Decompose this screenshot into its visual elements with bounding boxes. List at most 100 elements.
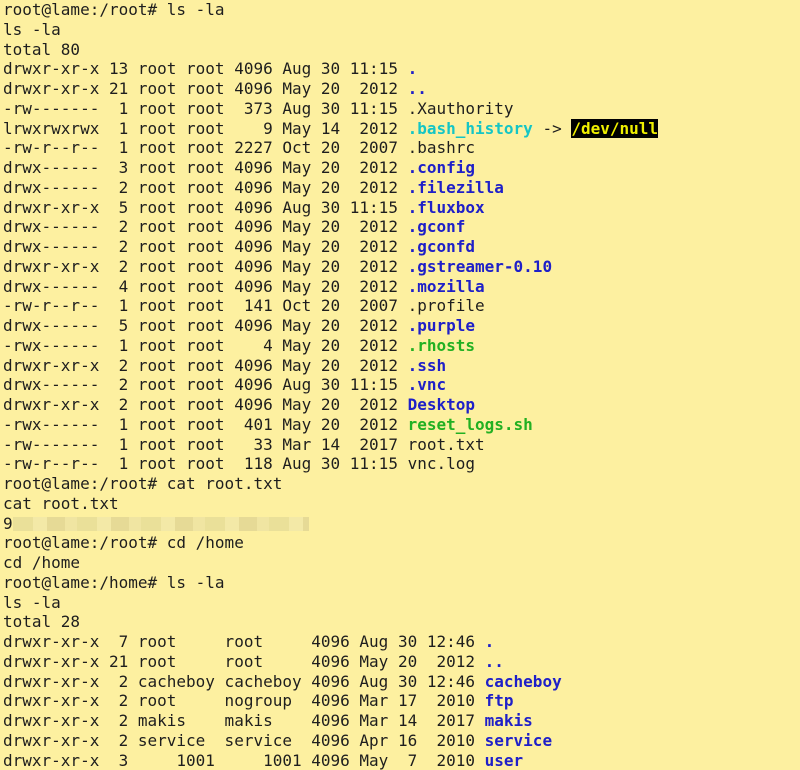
file-metadata: drwxr-xr-x 21 root root 4096 May 20 2012 [3, 79, 408, 98]
command-text: root@lame:/root# cd /home [3, 533, 244, 552]
output-text: total 80 [3, 40, 80, 59]
directory-name: . [485, 632, 495, 651]
file-metadata: drwxr-xr-x 2 root root 4096 May 20 2012 [3, 395, 408, 414]
terminal-output-line: ls -la [3, 20, 800, 40]
listing-row: drwx------ 5 root root 4096 May 20 2012 … [3, 316, 800, 336]
directory-name: .mozilla [408, 277, 485, 296]
directory-name: ftp [485, 691, 514, 710]
shell-prompt-line: root@lame:/root# cd /home [3, 533, 800, 553]
directory-name: .gstreamer-0.10 [408, 257, 553, 276]
directory-name: .gconf [408, 217, 466, 236]
file-metadata: -rw-r--r-- 1 root root 118 Aug 30 11:15 [3, 454, 408, 473]
terminal-output-line: total 28 [3, 612, 800, 632]
file-metadata: -rwx------ 1 root root 4 May 20 2012 [3, 336, 408, 355]
directory-name: .. [408, 79, 427, 98]
listing-row: drwx------ 2 root root 4096 May 20 2012 … [3, 237, 800, 257]
listing-row: drwxr-xr-x 2 root root 4096 May 20 2012 … [3, 356, 800, 376]
directory-name: .ssh [408, 356, 447, 375]
directory-name: .purple [408, 316, 475, 335]
directory-name: .gconfd [408, 237, 475, 256]
directory-name: .. [485, 652, 504, 671]
file-metadata: drwx------ 5 root root 4096 May 20 2012 [3, 316, 408, 335]
file-metadata: drwxr-xr-x 13 root root 4096 Aug 30 11:1… [3, 59, 408, 78]
symlink-target: /dev/null [571, 119, 658, 138]
file-metadata: drwx------ 4 root root 4096 May 20 2012 [3, 277, 408, 296]
listing-row: drwxr-xr-x 3 1001 1001 4096 May 7 2010 u… [3, 751, 800, 770]
command-text: root@lame:/root# cat root.txt [3, 474, 282, 493]
terminal-output-line: cat root.txt [3, 494, 800, 514]
directory-name: .filezilla [408, 178, 504, 197]
file-metadata: -rwx------ 1 root root 401 May 20 2012 [3, 415, 408, 434]
file-metadata: -rw------- 1 root root 33 Mar 14 2017 [3, 435, 408, 454]
terminal-output-line: cd /home [3, 553, 800, 573]
flag-text: 9 [3, 514, 13, 533]
listing-row: drwxr-xr-x 2 service service 4096 Apr 16… [3, 731, 800, 751]
directory-name: .vnc [408, 375, 447, 394]
command-text: root@lame:/home# ls -la [3, 573, 225, 592]
listing-row: drwxr-xr-x 2 root root 4096 May 20 2012 … [3, 257, 800, 277]
directory-name: .config [408, 158, 475, 177]
listing-row: drwx------ 4 root root 4096 May 20 2012 … [3, 277, 800, 297]
file-metadata: drwx------ 2 root root 4096 May 20 2012 [3, 237, 408, 256]
file-metadata: drwxr-xr-x 7 root root 4096 Aug 30 12:46 [3, 632, 485, 651]
file-name: .Xauthority [408, 99, 514, 118]
listing-row: -rw------- 1 root root 33 Mar 14 2017 ro… [3, 435, 800, 455]
file-metadata: -rw-r--r-- 1 root root 141 Oct 20 2007 [3, 296, 408, 315]
file-metadata: drwx------ 2 root root 4096 Aug 30 11:15 [3, 375, 408, 394]
file-metadata: drwxr-xr-x 2 cacheboy cacheboy 4096 Aug … [3, 672, 485, 691]
listing-row: drwxr-xr-x 7 root root 4096 Aug 30 12:46… [3, 632, 800, 652]
terminal-output-line: total 80 [3, 40, 800, 60]
directory-name: Desktop [408, 395, 475, 414]
directory-name: .fluxbox [408, 198, 485, 217]
file-metadata: drwxr-xr-x 2 root root 4096 May 20 2012 [3, 257, 408, 276]
output-text: ls -la [3, 20, 61, 39]
directory-name: cacheboy [485, 672, 562, 691]
command-text: root@lame:/root# ls -la [3, 0, 225, 19]
directory-name: makis [485, 711, 533, 730]
symlink-arrow: -> [533, 119, 572, 138]
output-text: cat root.txt [3, 494, 119, 513]
file-name: root.txt [408, 435, 485, 454]
file-metadata: drwxr-xr-x 2 makis makis 4096 Mar 14 201… [3, 711, 485, 730]
file-metadata: drwxr-xr-x 2 root nogroup 4096 Mar 17 20… [3, 691, 485, 710]
file-name: vnc.log [408, 454, 475, 473]
listing-row: -rwx------ 1 root root 4 May 20 2012 .rh… [3, 336, 800, 356]
listing-row: drwxr-xr-x 2 root nogroup 4096 Mar 17 20… [3, 691, 800, 711]
executable-name: .rhosts [408, 336, 475, 355]
file-name: .bashrc [408, 138, 475, 157]
terminal-output-line: ls -la [3, 593, 800, 613]
listing-row: drwxr-xr-x 13 root root 4096 Aug 30 11:1… [3, 59, 800, 79]
file-metadata: drwx------ 2 root root 4096 May 20 2012 [3, 178, 408, 197]
listing-row: drwxr-xr-x 2 makis makis 4096 Mar 14 201… [3, 711, 800, 731]
listing-row: -rw-r--r-- 1 root root 2227 Oct 20 2007 … [3, 138, 800, 158]
shell-prompt-line: root@lame:/root# cat root.txt [3, 474, 800, 494]
flag-output-line: 9 [3, 514, 800, 534]
file-metadata: drwx------ 2 root root 4096 May 20 2012 [3, 217, 408, 236]
file-metadata: lrwxrwxrwx 1 root root 9 May 14 2012 [3, 119, 408, 138]
symlink-name: .bash_history [408, 119, 533, 138]
file-metadata: drwxr-xr-x 21 root root 4096 May 20 2012 [3, 652, 485, 671]
listing-row: drwxr-xr-x 21 root root 4096 May 20 2012… [3, 79, 800, 99]
shell-prompt-line: root@lame:/root# ls -la [3, 0, 800, 20]
directory-name: user [485, 751, 524, 770]
listing-row: drwx------ 2 root root 4096 May 20 2012 … [3, 217, 800, 237]
output-text: cd /home [3, 553, 80, 572]
listing-row: -rwx------ 1 root root 401 May 20 2012 r… [3, 415, 800, 435]
listing-row: -rw------- 1 root root 373 Aug 30 11:15 … [3, 99, 800, 119]
terminal-window[interactable]: root@lame:/root# ls -lals -latotal 80drw… [0, 0, 800, 768]
listing-row: lrwxrwxrwx 1 root root 9 May 14 2012 .ba… [3, 119, 800, 139]
listing-row: drwxr-xr-x 2 root root 4096 May 20 2012 … [3, 395, 800, 415]
output-text: ls -la [3, 593, 61, 612]
listing-row: drwx------ 2 root root 4096 May 20 2012 … [3, 178, 800, 198]
listing-row: drwxr-xr-x 5 root root 4096 Aug 30 11:15… [3, 198, 800, 218]
shell-prompt-line: root@lame:/home# ls -la [3, 573, 800, 593]
file-metadata: -rw-r--r-- 1 root root 2227 Oct 20 2007 [3, 138, 408, 157]
listing-row: drwx------ 2 root root 4096 Aug 30 11:15… [3, 375, 800, 395]
file-metadata: drwx------ 3 root root 4096 May 20 2012 [3, 158, 408, 177]
listing-row: drwx------ 3 root root 4096 May 20 2012 … [3, 158, 800, 178]
listing-row: -rw-r--r-- 1 root root 141 Oct 20 2007 .… [3, 296, 800, 316]
directory-name: service [485, 731, 552, 750]
file-metadata: drwxr-xr-x 2 root root 4096 May 20 2012 [3, 356, 408, 375]
file-metadata: -rw------- 1 root root 373 Aug 30 11:15 [3, 99, 408, 118]
listing-row: drwxr-xr-x 21 root root 4096 May 20 2012… [3, 652, 800, 672]
